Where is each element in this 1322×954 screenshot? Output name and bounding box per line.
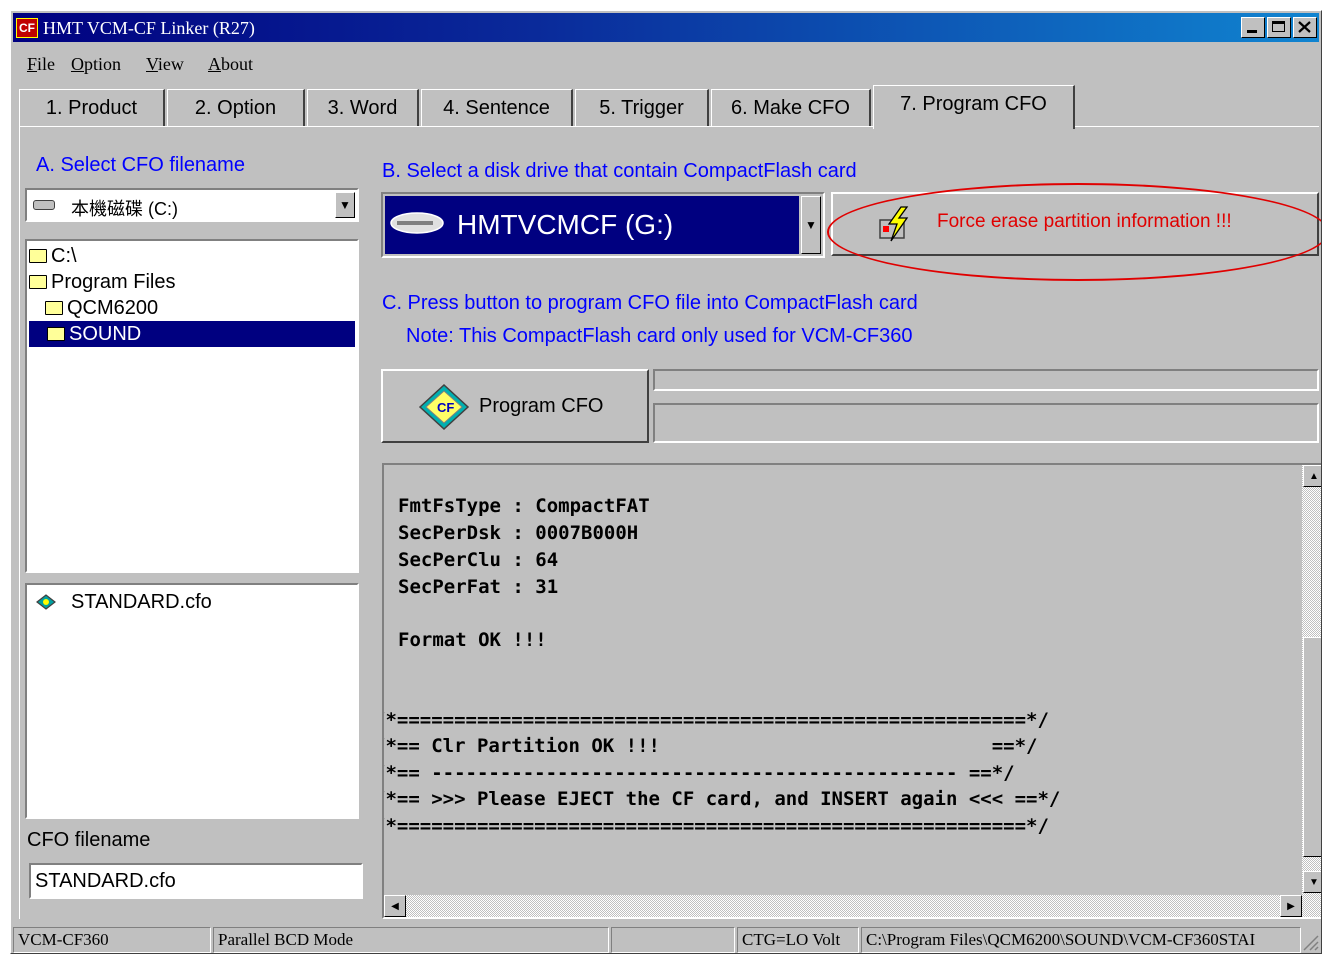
tree-item-qcm6200[interactable]: QCM6200	[45, 295, 158, 321]
scroll-thumb[interactable]	[1303, 637, 1321, 857]
menu-view[interactable]: View	[146, 54, 184, 75]
list-item[interactable]: STANDARD.cfo	[35, 589, 212, 615]
status-ctg: CTG=LO Volt	[737, 927, 859, 953]
cfo-filename-value: STANDARD.cfo	[35, 870, 176, 892]
dropdown-arrow-button[interactable]: ▼	[335, 192, 355, 218]
menu-about[interactable]: About	[208, 54, 253, 75]
chevron-down-icon: ▼	[339, 198, 351, 212]
tab-sentence[interactable]: 4. Sentence	[421, 89, 573, 127]
arrow-right-icon: ▶	[1287, 900, 1295, 912]
menu-bar: File Option View About	[13, 51, 1319, 79]
folder-tree[interactable]: C:\ Program Files QCM6200 SOUND	[25, 239, 359, 573]
tree-item-c-root[interactable]: C:\	[29, 243, 77, 269]
dropdown-arrow-button[interactable]: ▼	[801, 196, 821, 254]
scroll-down-button[interactable]: ▼	[1303, 871, 1321, 893]
lightning-erase-icon	[879, 206, 909, 242]
force-erase-label: Force erase partition information !!!	[937, 211, 1232, 232]
drive-select-g[interactable]: HMTVCMCF (G:) ▼	[381, 192, 825, 258]
minimize-button[interactable]	[1241, 17, 1265, 38]
removable-drive-icon	[390, 212, 444, 234]
svg-text:CF: CF	[437, 400, 454, 415]
open-folder-icon	[29, 275, 47, 289]
drive-select-highlight: HMTVCMCF (G:)	[385, 196, 799, 254]
cf-card-icon: CF	[418, 383, 470, 431]
close-button[interactable]	[1293, 17, 1317, 38]
progress-bar-top	[653, 369, 1319, 391]
tab-program-cfo[interactable]: 7. Program CFO	[873, 85, 1075, 129]
cfo-file-icon	[36, 594, 56, 610]
cfo-filename-label: CFO filename	[27, 829, 151, 851]
cfo-filename-input[interactable]: STANDARD.cfo	[29, 863, 363, 899]
log-line: /*== >>> Please EJECT the CF card, and I…	[382, 788, 1061, 810]
window-title: HMT VCM-CF Linker (R27)	[43, 18, 255, 38]
program-cfo-button[interactable]: CF Program CFO	[381, 369, 649, 443]
status-model: VCM-CF360	[13, 927, 211, 953]
section-b-label: B. Select a disk drive that contain Comp…	[382, 160, 857, 182]
status-path: C:\Program Files\QCM6200\SOUND\VCM-CF360…	[861, 927, 1301, 953]
log-output[interactable]: FmtFsType : CompactFAT SecPerDsk : 0007B…	[382, 463, 1321, 919]
maximize-icon	[1272, 21, 1285, 32]
log-line: /*== Clr Partition OK !!! ==*/	[382, 735, 1038, 757]
resize-grip-icon	[1303, 935, 1319, 951]
tree-item-label: C:\	[51, 244, 77, 267]
tree-item-label: QCM6200	[67, 296, 159, 319]
drive-select-c[interactable]: 本機磁碟 (C:) ▼	[25, 188, 359, 222]
maximize-button[interactable]	[1267, 17, 1291, 38]
log-line: /*======================================…	[382, 709, 1049, 731]
scroll-up-button[interactable]: ▲	[1303, 465, 1321, 487]
section-c-note: Note: This CompactFlash card only used f…	[406, 325, 913, 347]
title-bar[interactable]: CF HMT VCM-CF Linker (R27)	[13, 13, 1319, 42]
open-folder-icon	[47, 327, 65, 341]
open-folder-icon	[45, 301, 63, 315]
horizontal-scrollbar[interactable]: ◀ ▶	[384, 895, 1302, 917]
status-mode: Parallel BCD Mode	[213, 927, 609, 953]
close-icon	[1298, 21, 1311, 33]
tab-make-cfo[interactable]: 6. Make CFO	[711, 89, 871, 127]
log-line: /*== -----------------------------------…	[382, 762, 1015, 784]
arrow-down-icon: ▼	[1309, 876, 1319, 888]
tree-item-sound[interactable]: SOUND	[29, 321, 355, 347]
log-line: SecPerFat : 31	[398, 576, 559, 598]
tab-word[interactable]: 3. Word	[307, 89, 419, 127]
log-line: /*======================================…	[382, 815, 1049, 837]
tree-item-program-files[interactable]: Program Files	[29, 269, 175, 295]
tree-item-label: SOUND	[69, 322, 142, 345]
vertical-scrollbar[interactable]: ▲ ▼	[1302, 465, 1321, 917]
drive-select-value: 本機磁碟 (C:)	[71, 199, 178, 219]
arrow-left-icon: ◀	[391, 900, 399, 912]
file-name: STANDARD.cfo	[71, 590, 212, 613]
menu-option[interactable]: Option	[71, 54, 121, 75]
section-c-label: C. Press button to program CFO file into…	[382, 292, 918, 314]
progress-bar-bottom	[653, 403, 1319, 443]
log-line: FmtFsType : CompactFAT	[398, 495, 650, 517]
app-cf-icon: CF	[16, 18, 38, 38]
tab-trigger[interactable]: 5. Trigger	[575, 89, 709, 127]
log-line: Format OK !!!	[398, 629, 547, 651]
tab-option[interactable]: 2. Option	[167, 89, 305, 127]
log-line: SecPerDsk : 0007B000H	[398, 522, 639, 544]
arrow-up-icon: ▲	[1309, 470, 1319, 482]
chevron-down-icon: ▼	[805, 218, 817, 232]
menu-file[interactable]: File	[27, 54, 55, 75]
program-cfo-label: Program CFO	[479, 395, 604, 417]
log-line: SecPerClu : 64	[398, 549, 559, 571]
open-folder-icon	[29, 249, 47, 263]
tab-product[interactable]: 1. Product	[19, 89, 165, 127]
status-empty	[611, 927, 735, 953]
scroll-left-button[interactable]: ◀	[384, 895, 406, 917]
app-window: CF HMT VCM-CF Linker (R27) File Option V…	[10, 10, 1322, 954]
drive-g-value: HMTVCMCF (G:)	[457, 209, 674, 240]
section-a-label: A. Select CFO filename	[36, 154, 245, 176]
minimize-icon	[1247, 30, 1257, 33]
tree-item-label: Program Files	[51, 270, 176, 293]
force-erase-button[interactable]: Force erase partition information !!!	[831, 192, 1319, 256]
hard-drive-icon	[33, 200, 55, 210]
file-list[interactable]: STANDARD.cfo	[25, 583, 359, 819]
scroll-right-button[interactable]: ▶	[1280, 895, 1302, 917]
